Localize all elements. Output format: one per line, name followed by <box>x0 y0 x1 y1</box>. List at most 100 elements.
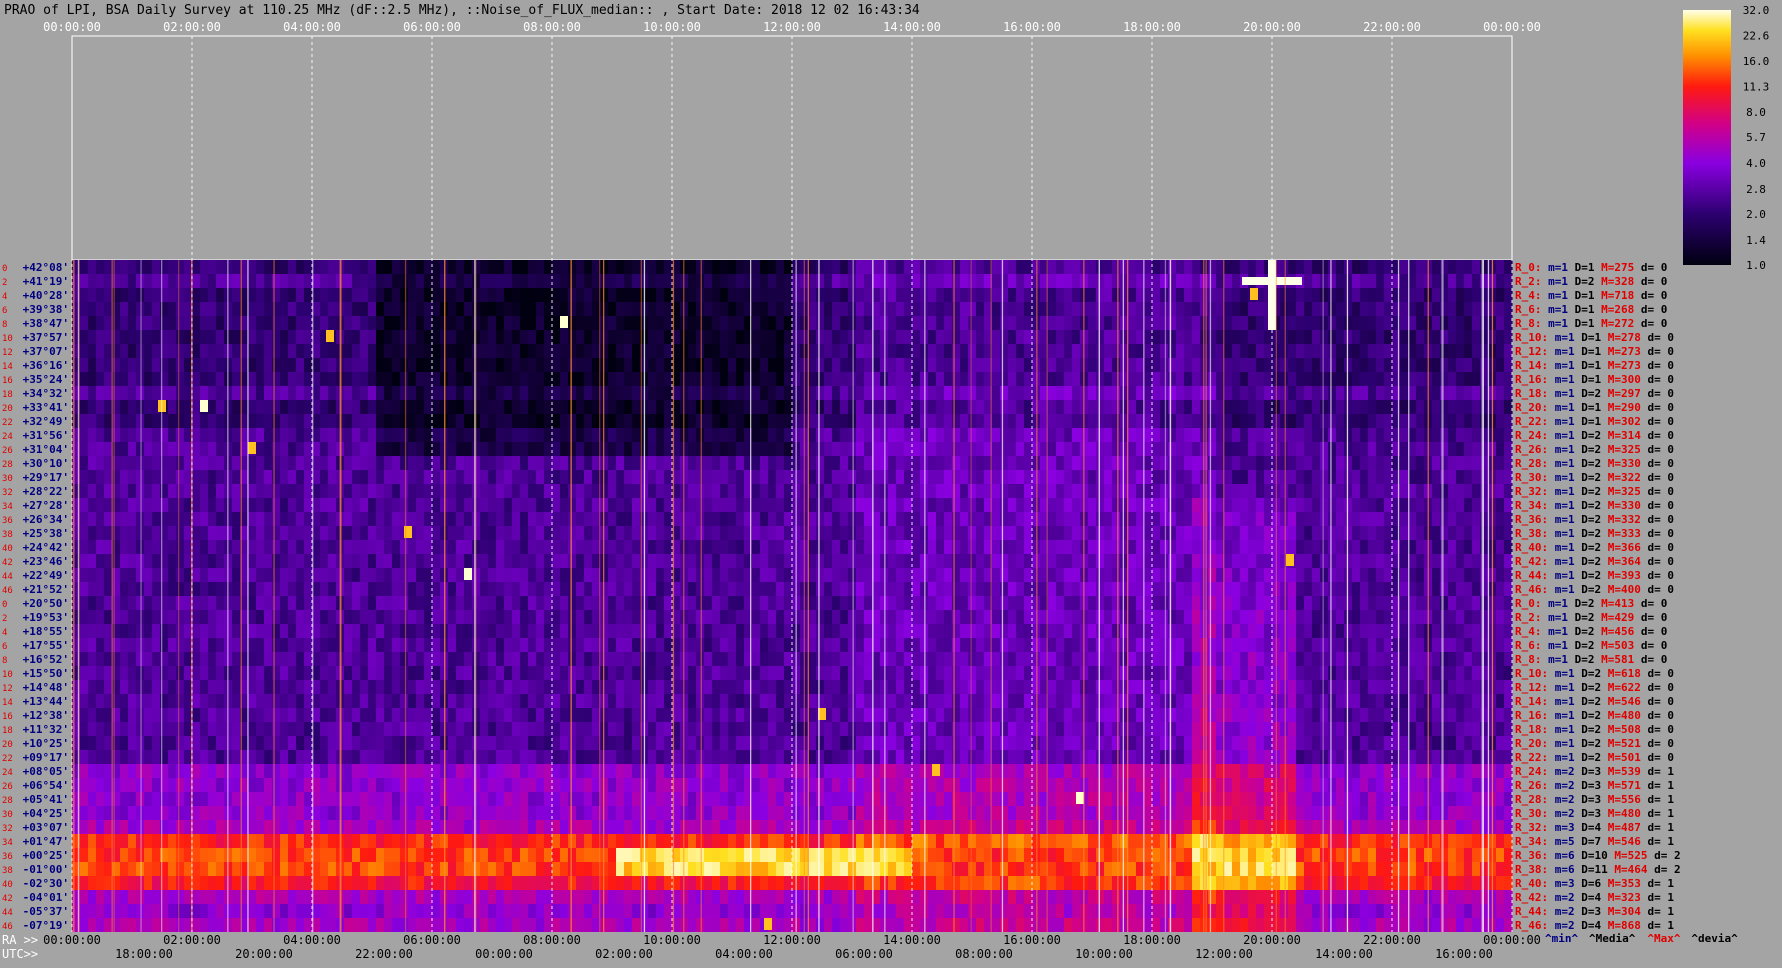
heatmap-cell <box>864 428 873 442</box>
heatmap-cell <box>1456 596 1465 610</box>
heatmap-cell <box>1328 456 1337 470</box>
heatmap-cell <box>368 624 377 638</box>
heatmap-cell <box>448 358 457 372</box>
heatmap-cell <box>280 316 289 330</box>
heatmap-cell <box>728 610 737 624</box>
heatmap-cell <box>464 316 473 330</box>
heatmap-cell <box>752 442 761 456</box>
heatmap-cell <box>1472 568 1481 582</box>
heatmap-cell <box>1432 316 1441 330</box>
heatmap-cell <box>504 316 513 330</box>
heatmap-cell <box>1208 540 1217 554</box>
heatmap-cell <box>568 470 577 484</box>
heatmap-cell <box>568 316 577 330</box>
heatmap-cell <box>1464 400 1473 414</box>
heatmap-cell <box>464 372 473 386</box>
heatmap-cell <box>1472 414 1481 428</box>
heatmap-cell <box>816 484 825 498</box>
heatmap-cell <box>552 610 561 624</box>
heatmap-cell <box>416 358 425 372</box>
heatmap-cell <box>1360 568 1369 582</box>
heatmap-cell <box>1208 260 1217 274</box>
heatmap-cell <box>152 358 161 372</box>
heatmap-cell <box>960 582 969 596</box>
heatmap-cell <box>1152 274 1161 288</box>
heatmap-cell <box>560 358 569 372</box>
heatmap-cell <box>392 484 401 498</box>
heatmap-cell <box>624 554 633 568</box>
heatmap-cell <box>200 414 209 428</box>
heatmap-cell <box>624 344 633 358</box>
heatmap-cell <box>1328 498 1337 512</box>
heatmap-cell <box>480 568 489 582</box>
heatmap-cell <box>520 624 529 638</box>
heatmap-cell <box>104 498 113 512</box>
heatmap-cell <box>784 610 793 624</box>
heatmap-cell <box>808 400 817 414</box>
heatmap-cell <box>456 400 465 414</box>
top-tick-label: 00:00:00 <box>43 20 101 34</box>
heatmap-cell <box>904 540 913 554</box>
heatmap-cell <box>1368 610 1377 624</box>
heatmap-cell <box>1344 274 1353 288</box>
heatmap-cell <box>480 470 489 484</box>
heatmap-cell <box>96 554 105 568</box>
heatmap-cell <box>1392 442 1401 456</box>
heatmap-cell <box>1088 596 1097 610</box>
heatmap-cell <box>1400 610 1409 624</box>
heatmap-cell <box>1160 582 1169 596</box>
heatmap-cell <box>360 540 369 554</box>
heatmap-cell <box>1248 540 1257 554</box>
heatmap-cell <box>1184 274 1193 288</box>
heatmap-cell <box>776 358 785 372</box>
heatmap-cell <box>272 484 281 498</box>
heatmap-cell <box>392 470 401 484</box>
heatmap-cell <box>264 260 273 274</box>
heatmap-cell <box>320 526 329 540</box>
heatmap-cell <box>520 498 529 512</box>
heatmap-cell <box>1336 274 1345 288</box>
heatmap-cell <box>1240 442 1249 456</box>
heatmap-cell <box>1256 260 1265 274</box>
heatmap-cell <box>1232 624 1241 638</box>
heatmap-cell <box>448 512 457 526</box>
heatmap-cell <box>368 512 377 526</box>
heatmap-cell <box>760 568 769 582</box>
heatmap-cell <box>856 302 865 316</box>
heatmap-cell <box>960 624 969 638</box>
heatmap-cell <box>864 596 873 610</box>
heatmap-cell <box>560 456 569 470</box>
heatmap-cell <box>824 568 833 582</box>
heatmap-cell <box>168 512 177 526</box>
heatmap-cell <box>120 624 129 638</box>
heatmap-cell <box>688 344 697 358</box>
heatmap-cell <box>664 512 673 526</box>
heatmap-cell <box>544 428 553 442</box>
heatmap-cell <box>104 316 113 330</box>
heatmap-cell <box>304 498 313 512</box>
heatmap-cell <box>232 568 241 582</box>
heatmap-cell <box>1056 288 1065 302</box>
heatmap-cell <box>1304 610 1313 624</box>
heatmap-cell <box>128 456 137 470</box>
heatmap-cell <box>736 540 745 554</box>
heatmap-cell <box>320 624 329 638</box>
heatmap-cell <box>1344 442 1353 456</box>
heatmap-cell <box>968 498 977 512</box>
heatmap-cell <box>656 582 665 596</box>
heatmap-cell <box>816 260 825 274</box>
heatmap-cell <box>328 414 337 428</box>
heatmap-cell <box>1376 526 1385 540</box>
heatmap-cell <box>448 414 457 428</box>
heatmap-cell <box>1392 554 1401 568</box>
heatmap-cell <box>1280 470 1289 484</box>
heatmap-cell <box>352 302 361 316</box>
heatmap-cell <box>280 400 289 414</box>
heatmap-cell <box>120 316 129 330</box>
heatmap-cell <box>944 428 953 442</box>
heatmap-cell <box>904 470 913 484</box>
heatmap-cell <box>744 470 753 484</box>
heatmap-cell <box>552 456 561 470</box>
top-tick-label: 14:00:00 <box>883 20 941 34</box>
heatmap-cell <box>944 512 953 526</box>
